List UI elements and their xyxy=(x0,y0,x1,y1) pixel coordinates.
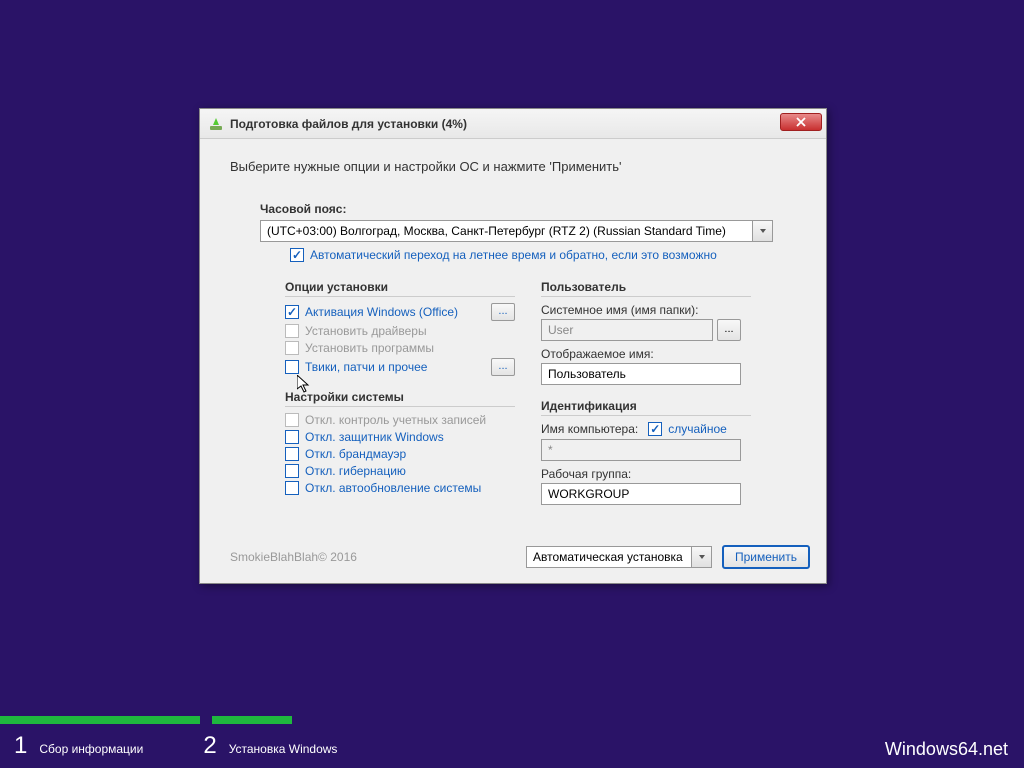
random-checkbox[interactable] xyxy=(648,422,662,436)
user-header: Пользователь xyxy=(541,280,751,297)
programs-label: Установить программы xyxy=(305,341,434,355)
step-1: 1 Сбор информации xyxy=(14,732,143,760)
step-2-number: 2 xyxy=(203,732,216,760)
computer-input[interactable]: * xyxy=(541,439,741,461)
activate-label: Активация Windows (Office) xyxy=(305,305,458,319)
tweaks-checkbox[interactable] xyxy=(285,360,299,374)
dst-label: Автоматический переход на летнее время и… xyxy=(310,248,717,262)
firewall-checkbox[interactable] xyxy=(285,447,299,461)
chevron-down-icon[interactable] xyxy=(692,546,712,568)
system-settings-header: Настройки системы xyxy=(285,390,515,407)
firewall-label: Откл. брандмауэр xyxy=(305,447,406,461)
drivers-label: Установить драйверы xyxy=(305,324,427,338)
step-2-label: Установка Windows xyxy=(229,742,338,756)
activate-browse-button[interactable]: ... xyxy=(491,303,515,321)
sysname-input[interactable]: User xyxy=(541,319,713,341)
computer-label: Имя компьютера: xyxy=(541,422,638,436)
ident-header: Идентификация xyxy=(541,399,751,416)
hibernate-label: Откл. гибернацию xyxy=(305,464,406,478)
random-label: случайное xyxy=(668,422,727,436)
watermark-text: Windows64.net xyxy=(885,739,1008,760)
workgroup-input[interactable]: WORKGROUP xyxy=(541,483,741,505)
dialog-title: Подготовка файлов для установки (4%) xyxy=(230,117,467,131)
tweaks-browse-button[interactable]: ... xyxy=(491,358,515,376)
uac-label: Откл. контроль учетных записей xyxy=(305,413,486,427)
sysname-label: Системное имя (имя папки): xyxy=(541,303,751,317)
defender-checkbox[interactable] xyxy=(285,430,299,444)
workgroup-label: Рабочая группа: xyxy=(541,467,751,481)
tweaks-label: Твики, патчи и прочее xyxy=(305,360,427,374)
displayname-label: Отображаемое имя: xyxy=(541,347,751,361)
step-1-number: 1 xyxy=(14,732,27,760)
step-2: 2 Установка Windows xyxy=(203,732,337,760)
step-1-label: Сбор информации xyxy=(39,742,143,756)
progress-segment-1 xyxy=(0,716,200,724)
chevron-down-icon[interactable] xyxy=(753,220,773,242)
sysname-browse-button[interactable]: ... xyxy=(717,319,741,341)
install-options-header: Опции установки xyxy=(285,280,515,297)
autoupdate-label: Откл. автообновление системы xyxy=(305,481,481,495)
install-steps: 1 Сбор информации 2 Установка Windows xyxy=(14,732,337,760)
dst-checkbox-row: Автоматический переход на летнее время и… xyxy=(290,248,796,262)
setup-dialog: Подготовка файлов для установки (4%) Выб… xyxy=(199,108,827,584)
timezone-label: Часовой пояс: xyxy=(260,202,796,216)
titlebar: Подготовка файлов для установки (4%) xyxy=(200,109,826,139)
timezone-dropdown[interactable]: (UTC+03:00) Волгоград, Москва, Санкт-Пет… xyxy=(260,220,773,242)
dialog-body: Выберите нужные опции и настройки ОС и н… xyxy=(200,139,826,521)
instruction-text: Выберите нужные опции и настройки ОС и н… xyxy=(230,159,796,174)
activate-checkbox[interactable] xyxy=(285,305,299,319)
install-mode-dropdown[interactable]: Автоматическая установка xyxy=(526,546,712,568)
close-button[interactable] xyxy=(780,113,822,131)
timezone-value: (UTC+03:00) Волгоград, Москва, Санкт-Пет… xyxy=(260,220,753,242)
hibernate-checkbox[interactable] xyxy=(285,464,299,478)
programs-checkbox xyxy=(285,341,299,355)
progress-bar xyxy=(0,716,1024,724)
autoupdate-checkbox[interactable] xyxy=(285,481,299,495)
copyright-text: SmokieBlahBlah© 2016 xyxy=(230,550,357,564)
displayname-input[interactable]: Пользователь xyxy=(541,363,741,385)
progress-segment-2 xyxy=(212,716,292,724)
drivers-checkbox xyxy=(285,324,299,338)
defender-label: Откл. защитник Windows xyxy=(305,430,444,444)
apply-button[interactable]: Применить xyxy=(722,545,810,569)
setup-icon xyxy=(208,116,224,132)
uac-checkbox xyxy=(285,413,299,427)
install-mode-value: Автоматическая установка xyxy=(526,546,692,568)
dst-checkbox[interactable] xyxy=(290,248,304,262)
